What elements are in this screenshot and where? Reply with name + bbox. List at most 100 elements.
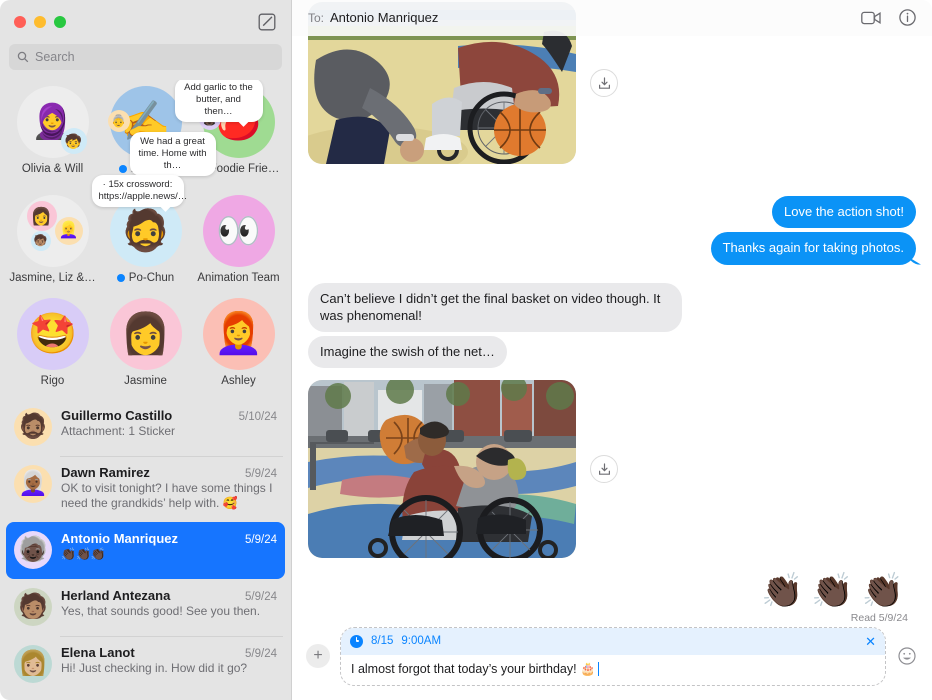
pinned-preview-bubble: We had a great time. Home with th… [129, 132, 216, 176]
zoom-window-button[interactable] [54, 16, 66, 28]
tapback-reactions: 👏🏿 👏🏿 👏🏿 [308, 574, 916, 608]
download-photo-button[interactable] [590, 455, 618, 484]
conversation-preview: Yes, that sounds good! See you then. [61, 603, 261, 618]
message-thread[interactable]: Love the action shot! Thanks again for t… [292, 0, 932, 622]
pinned-item-jasmine[interactable]: 👩 Jasmine [99, 298, 192, 387]
avatar: 🧔🏽 [14, 408, 52, 446]
pinned-item-label: Olivia & Will [22, 163, 83, 175]
search-container: Search [0, 44, 291, 80]
conversation-preview: 👏🏿👏🏿👏🏿 [61, 546, 106, 561]
conversation-date: 5/9/24 [245, 468, 277, 480]
avatar: 👩 👱‍♀️ 🧒🏽 [16, 195, 89, 267]
avatar-secondary: 🧒 [60, 128, 87, 154]
conversation-header: Guillermo Castillo 5/10/24 [61, 408, 277, 423]
pinned-name: Foodie Frie… [209, 163, 280, 175]
avatar: 🧑🏽 [14, 587, 52, 626]
avatar-primary: 👩 [26, 201, 57, 231]
clock-icon [350, 634, 363, 648]
sidebar-scroll-area[interactable]: 🧕 🧒 Olivia & Will ✍️ 👵 We had a great ti… [0, 80, 291, 700]
suggestion-date: 8/15 [371, 635, 394, 647]
compose-icon[interactable] [257, 12, 277, 32]
pinned-preview-bubble: · 15x crossword: https://apple.news/… [91, 175, 187, 207]
message-input-container[interactable]: 8/15 9:00AM ✕ I almost forgot that today… [340, 626, 886, 686]
conversation-pane: To: Antonio Manriquez Love the action sh… [292, 0, 932, 700]
avatar: ✍️ 👵 We had a great time. Home with th… [107, 86, 216, 176]
add-attachment-button[interactable]: + [306, 644, 330, 668]
conversation-name: Guillermo Castillo [61, 408, 173, 423]
message-row-incoming: Can’t believe I didn’t get the final bas… [308, 282, 916, 333]
facetime-video-icon[interactable] [861, 11, 881, 25]
conversation-row-guillermo-castillo[interactable]: 🧔🏽 Guillermo Castillo 5/10/24 Attachment… [6, 399, 285, 456]
avatar-emoji: 👩 [120, 312, 171, 356]
pinned-name: Jasmine [124, 375, 167, 387]
pinned-item-animation-team[interactable]: 👀 Animation Team [192, 195, 285, 284]
read-receipt: Read 5/9/24 [850, 612, 908, 622]
conversation-row-dawn-ramirez[interactable]: 👩🏾‍🦳 Dawn Ramirez 5/9/24 OK to visit ton… [6, 456, 285, 522]
pinned-name: Po-Chun [128, 272, 175, 284]
details-info-icon[interactable] [899, 9, 916, 26]
pinned-item-olivia-will[interactable]: 🧕 🧒 Olivia & Will [6, 86, 99, 175]
message-row-incoming: Imagine the swish of the net… [308, 336, 916, 369]
message-bubble-incoming[interactable]: Can’t believe I didn’t get the final bas… [308, 282, 682, 333]
tapback-clap[interactable]: 👏🏿 [761, 574, 803, 608]
pinned-item-ashley[interactable]: 👩‍🦰 Ashley [192, 298, 285, 387]
photo-content [308, 380, 576, 559]
text-caret [597, 662, 600, 676]
conversation-name: Elena Lanot [61, 644, 135, 660]
pinned-item-po-chun[interactable]: 🧔 · 15x crossword: https://apple.news/… … [91, 175, 192, 284]
conversation-preview: OK to visit tonight? I have some things … [61, 481, 273, 511]
recipient-name[interactable]: Antonio Manriquez [330, 10, 438, 25]
conversation-body: Guillermo Castillo 5/10/24 Attachment: 1… [61, 408, 277, 439]
conversation-header-bar: To: Antonio Manriquez [292, 0, 932, 36]
suggestion-time: 9:00AM [401, 635, 442, 647]
dismiss-suggestion-button[interactable]: ✕ [865, 635, 876, 648]
pinned-name: Olivia & Will [21, 163, 84, 175]
download-photo-button[interactable] [590, 69, 618, 97]
conversation-row-herland-antezana[interactable]: 🧑🏽 Herland Antezana 5/9/24 Yes, that sou… [6, 579, 285, 636]
avatar: 👩🏾‍🦳 [14, 465, 52, 503]
message-bubble-outgoing[interactable]: Thanks again for taking photos. [710, 232, 916, 265]
minimize-window-button[interactable] [34, 16, 46, 28]
message-photo-basketball-shot[interactable] [308, 380, 576, 559]
search-icon [17, 51, 29, 63]
message-text-input[interactable]: I almost forgot that today’s your birthd… [341, 655, 885, 685]
pinned-item-jasmine-liz[interactable]: 👩 👱‍♀️ 🧒🏽 Jasmine, Liz &… [6, 195, 99, 284]
pinned-item-label: Animation Team [197, 272, 279, 284]
avatar: 👩‍🦰 [202, 298, 275, 370]
pinned-name: Jasmine, Liz &… [9, 272, 96, 284]
message-bubble-outgoing[interactable]: Love the action shot! [772, 196, 916, 229]
avatar: 🧓🏿 [14, 530, 52, 569]
avatar-emoji: 👩‍🦰 [213, 312, 264, 356]
unread-dot [118, 165, 127, 173]
conversation-row-antonio-manriquez[interactable]: 🧓🏿 Antonio Manriquez 5/9/24 👏🏿👏🏿👏🏿 [6, 521, 285, 579]
pinned-conversations: 🧕 🧒 Olivia & Will ✍️ 👵 We had a great ti… [0, 80, 291, 397]
pinned-item-label: Rigo [41, 375, 65, 387]
conversation-header: Elena Lanot 5/9/24 [61, 645, 277, 660]
pinned-item-label: Jasmine, Liz &… [9, 272, 95, 284]
conversation-date: 5/9/24 [245, 647, 277, 660]
tapback-clap[interactable]: 👏🏿 [811, 574, 853, 608]
smart-suggestion-bar[interactable]: 8/15 9:00AM ✕ [341, 627, 885, 655]
sidebar: Search 🧕 🧒 Olivia & Will ✍️ 👵 We had a g… [0, 0, 292, 700]
conversation-preview: Hi! Just checking in. How did it go? [61, 660, 248, 675]
avatar-tertiary: 🧒🏽 [30, 231, 51, 251]
conversation-preview: Attachment: 1 Sticker [61, 424, 176, 438]
message-row-outgoing: Thanks again for taking photos. [308, 232, 916, 265]
search-input[interactable]: Search [9, 44, 282, 70]
emoji-picker-icon[interactable] [896, 645, 918, 667]
conversation-name: Herland Antezana [61, 587, 171, 603]
conversation-date: 5/9/24 [245, 533, 277, 546]
to-label: To: [308, 10, 325, 25]
pinned-item-rigo[interactable]: 🤩 Rigo [6, 298, 99, 387]
pinned-name: Animation Team [197, 272, 280, 284]
conversation-date: 5/9/24 [245, 590, 277, 603]
traffic-lights [14, 16, 66, 28]
message-bubble-incoming[interactable]: Imagine the swish of the net… [308, 336, 507, 369]
avatar: 🧔 · 15x crossword: https://apple.news/… [91, 175, 187, 267]
conversation-header: Herland Antezana 5/9/24 [61, 588, 277, 603]
conversation-row-elena-lanot[interactable]: 👩🏼 Elena Lanot 5/9/24 Hi! Just checking … [6, 635, 285, 693]
avatar-secondary: 👱‍♀️ [54, 217, 83, 245]
close-window-button[interactable] [14, 16, 26, 28]
tapback-clap[interactable]: 👏🏿 [862, 574, 904, 608]
unread-dot [116, 274, 125, 282]
